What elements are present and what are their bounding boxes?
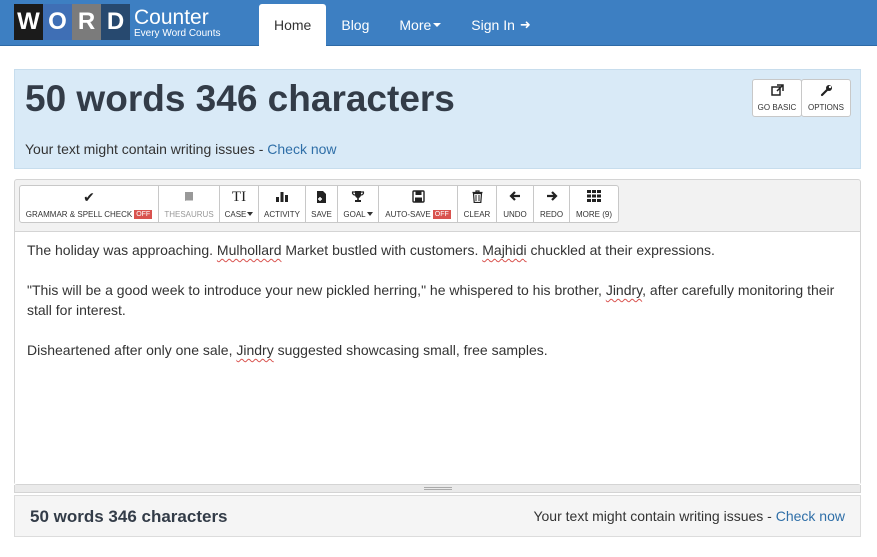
- grammar-spell-check-label: GRAMMAR & SPELL CHECK: [25, 209, 133, 219]
- count-panel: 50 words 346 characters Your text might …: [14, 69, 861, 169]
- editor-container: ✔ GRAMMAR & SPELL CHECK OFF THESAURUS TI …: [14, 179, 861, 485]
- footer-writing-issues-text: Your text might contain writing issues -: [533, 508, 776, 524]
- external-link-icon: [770, 84, 784, 100]
- arrow-left-icon: [509, 190, 521, 205]
- logo-letter: O: [43, 4, 72, 40]
- thesaurus-label: THESAURUS: [164, 209, 214, 219]
- more-tools-button[interactable]: MORE (9): [569, 185, 619, 223]
- check-now-link[interactable]: Check now: [267, 141, 336, 157]
- word-count-title: 50 words 346 characters: [25, 78, 455, 119]
- trash-icon: [472, 189, 483, 205]
- top-button-group: GO BASIC OPTIONS: [752, 79, 851, 117]
- options-button[interactable]: OPTIONS: [801, 79, 851, 117]
- go-basic-label: GO BASIC: [757, 103, 797, 112]
- bar-chart-icon: [275, 190, 289, 205]
- footer-check-now-link[interactable]: Check now: [776, 508, 845, 524]
- floppy-disk-icon: [411, 189, 425, 205]
- wrench-icon: [820, 84, 833, 100]
- grammar-spell-check-button[interactable]: ✔ GRAMMAR & SPELL CHECK OFF: [19, 185, 159, 223]
- more-tools-label: MORE (9): [576, 209, 612, 219]
- text-run: Market bustled with customers.: [281, 242, 483, 258]
- off-badge: OFF: [134, 209, 153, 219]
- logo-letter: R: [72, 4, 101, 40]
- book-icon: [183, 190, 195, 205]
- resize-grip-icon: [424, 487, 452, 490]
- logo-title: Counter: [134, 5, 209, 29]
- editor-resize-handle[interactable]: [14, 485, 861, 493]
- text-run: The holiday was approaching.: [27, 242, 217, 258]
- writing-issues-text: Your text might contain writing issues -: [25, 141, 268, 157]
- go-basic-button[interactable]: GO BASIC: [752, 79, 802, 117]
- case-label: CASE: [224, 209, 247, 219]
- thesaurus-button[interactable]: THESAURUS: [158, 185, 220, 223]
- check-icon: ✔: [83, 188, 95, 205]
- navbar: W O R D Counter Every Word Counts Home B…: [0, 0, 877, 46]
- auto-save-label: AUTO-SAVE: [385, 209, 431, 219]
- save-label: SAVE: [311, 209, 332, 219]
- paragraph: "This will be a good week to introduce y…: [27, 280, 848, 320]
- off-badge: OFF: [432, 209, 451, 219]
- clear-label: CLEAR: [463, 209, 491, 219]
- footer-word-count: 50 words 346 characters: [30, 507, 228, 526]
- logo-text: Counter Every Word Counts: [134, 6, 221, 39]
- nav-more[interactable]: More: [384, 4, 456, 46]
- paragraph: The holiday was approaching. Mulhollard …: [27, 240, 848, 260]
- logo[interactable]: W O R D Counter Every Word Counts: [14, 4, 221, 40]
- spelling-error[interactable]: Mulhollard: [217, 242, 282, 258]
- footer-writing-issues-notice: Your text might contain writing issues -…: [533, 508, 845, 524]
- goal-button[interactable]: GOAL: [337, 185, 379, 223]
- options-label: OPTIONS: [807, 103, 844, 112]
- activity-button[interactable]: ACTIVITY: [258, 185, 306, 223]
- nav-sign-in-label: Sign In: [471, 17, 515, 33]
- spelling-error[interactable]: Majhidi: [482, 242, 526, 258]
- arrow-right-icon: [546, 190, 558, 205]
- text-run: Disheartened after only one sale,: [27, 342, 237, 358]
- case-button[interactable]: TI CASE: [219, 185, 259, 223]
- sign-in-icon: ➜: [519, 17, 531, 32]
- text-run: "This will be a good week to introduce y…: [27, 282, 606, 298]
- footer-count-panel: 50 words 346 characters Your text might …: [14, 495, 861, 537]
- logo-letter: W: [14, 4, 43, 40]
- paragraph: Disheartened after only one sale, Jindry…: [27, 340, 848, 360]
- undo-button[interactable]: UNDO: [496, 185, 534, 223]
- redo-label: REDO: [539, 209, 564, 219]
- writing-issues-notice: Your text might contain writing issues -…: [25, 141, 337, 157]
- save-button[interactable]: SAVE: [305, 185, 338, 223]
- trophy-icon: [351, 190, 365, 205]
- nav-home[interactable]: Home: [259, 4, 327, 46]
- text-run: chuckled at their expressions.: [526, 242, 715, 258]
- logo-letter: D: [101, 4, 130, 40]
- logo-subtitle: Every Word Counts: [134, 27, 221, 39]
- activity-label: ACTIVITY: [264, 209, 301, 219]
- main-nav: Home Blog More Sign In ➜: [259, 4, 546, 46]
- clear-button[interactable]: CLEAR: [457, 185, 497, 223]
- auto-save-button[interactable]: AUTO-SAVE OFF: [378, 185, 458, 223]
- grid-icon: [587, 189, 601, 205]
- caret-down-icon: [433, 23, 442, 27]
- spelling-error[interactable]: Jindry: [236, 342, 273, 358]
- spelling-error[interactable]: Jindry: [606, 282, 642, 298]
- goal-label: GOAL: [343, 209, 366, 219]
- logo-letters: W O R D: [14, 4, 130, 40]
- nav-more-label: More: [399, 17, 432, 33]
- nav-blog[interactable]: Blog: [326, 4, 384, 46]
- editor-toolbar: ✔ GRAMMAR & SPELL CHECK OFF THESAURUS TI …: [19, 185, 619, 223]
- text-run: suggested showcasing small, free samples…: [273, 342, 548, 358]
- undo-label: UNDO: [503, 209, 527, 219]
- save-file-icon: [316, 190, 328, 205]
- caret-down-icon: [247, 212, 254, 216]
- text-editor[interactable]: The holiday was approaching. Mulhollard …: [15, 231, 860, 484]
- text-case-icon: TI: [231, 188, 247, 205]
- caret-down-icon: [366, 212, 373, 216]
- nav-sign-in[interactable]: Sign In ➜: [456, 4, 546, 46]
- redo-button[interactable]: REDO: [533, 185, 570, 223]
